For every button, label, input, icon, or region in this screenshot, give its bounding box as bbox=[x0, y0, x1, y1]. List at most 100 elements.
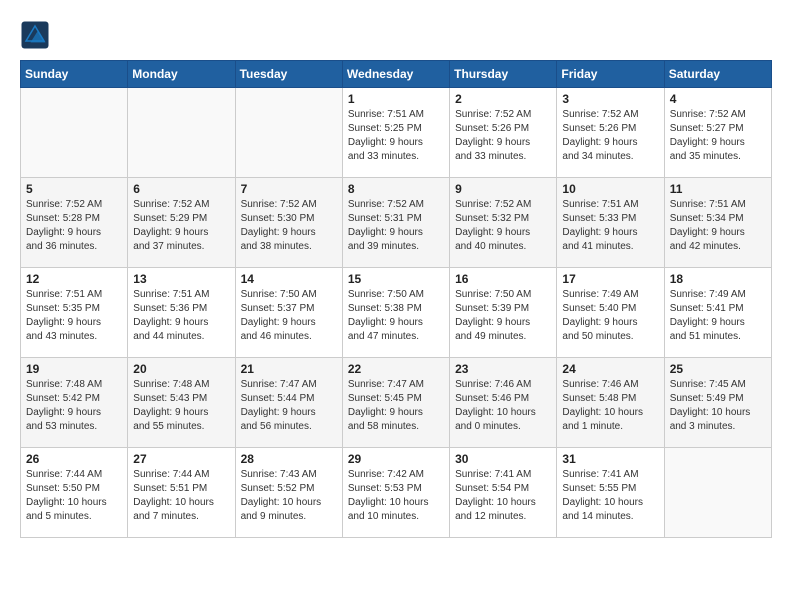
calendar-cell: 23 Sunrise: 7:46 AM Sunset: 5:46 PM Dayli… bbox=[450, 358, 557, 448]
day-number: 12 bbox=[26, 272, 122, 286]
day-number: 18 bbox=[670, 272, 766, 286]
calendar-cell: 28 Sunrise: 7:43 AM Sunset: 5:52 PM Dayli… bbox=[235, 448, 342, 538]
calendar-cell: 18 Sunrise: 7:49 AM Sunset: 5:41 PM Dayli… bbox=[664, 268, 771, 358]
day-info: Sunrise: 7:50 AM Sunset: 5:39 PM Dayligh… bbox=[455, 288, 551, 344]
calendar-cell: 10 Sunrise: 7:51 AM Sunset: 5:33 PM Dayli… bbox=[557, 178, 664, 268]
day-number: 21 bbox=[241, 362, 337, 376]
calendar-week-row: 5 Sunrise: 7:52 AM Sunset: 5:28 PM Daylig… bbox=[21, 178, 772, 268]
day-number: 16 bbox=[455, 272, 551, 286]
calendar-cell: 29 Sunrise: 7:42 AM Sunset: 5:53 PM Dayli… bbox=[342, 448, 449, 538]
day-info: Sunrise: 7:52 AM Sunset: 5:27 PM Dayligh… bbox=[670, 108, 766, 164]
calendar-cell: 12 Sunrise: 7:51 AM Sunset: 5:35 PM Dayli… bbox=[21, 268, 128, 358]
weekday-header-thursday: Thursday bbox=[450, 61, 557, 88]
day-number: 9 bbox=[455, 182, 551, 196]
day-number: 11 bbox=[670, 182, 766, 196]
calendar-table: SundayMondayTuesdayWednesdayThursdayFrid… bbox=[20, 60, 772, 538]
day-info: Sunrise: 7:49 AM Sunset: 5:41 PM Dayligh… bbox=[670, 288, 766, 344]
day-info: Sunrise: 7:51 AM Sunset: 5:25 PM Dayligh… bbox=[348, 108, 444, 164]
day-info: Sunrise: 7:52 AM Sunset: 5:30 PM Dayligh… bbox=[241, 198, 337, 254]
day-info: Sunrise: 7:49 AM Sunset: 5:40 PM Dayligh… bbox=[562, 288, 658, 344]
calendar-cell: 1 Sunrise: 7:51 AM Sunset: 5:25 PM Daylig… bbox=[342, 88, 449, 178]
day-number: 27 bbox=[133, 452, 229, 466]
calendar-cell: 22 Sunrise: 7:47 AM Sunset: 5:45 PM Dayli… bbox=[342, 358, 449, 448]
page-header bbox=[20, 20, 772, 50]
calendar-cell: 8 Sunrise: 7:52 AM Sunset: 5:31 PM Daylig… bbox=[342, 178, 449, 268]
weekday-header-saturday: Saturday bbox=[664, 61, 771, 88]
day-number: 10 bbox=[562, 182, 658, 196]
day-info: Sunrise: 7:50 AM Sunset: 5:37 PM Dayligh… bbox=[241, 288, 337, 344]
calendar-cell: 16 Sunrise: 7:50 AM Sunset: 5:39 PM Dayli… bbox=[450, 268, 557, 358]
day-info: Sunrise: 7:47 AM Sunset: 5:45 PM Dayligh… bbox=[348, 378, 444, 434]
day-number: 5 bbox=[26, 182, 122, 196]
weekday-header-monday: Monday bbox=[128, 61, 235, 88]
calendar-cell: 15 Sunrise: 7:50 AM Sunset: 5:38 PM Dayli… bbox=[342, 268, 449, 358]
calendar-cell: 13Sunrise: 7:51 AM Sunset: 5:36 PM Dayli… bbox=[128, 268, 235, 358]
calendar-cell: 26 Sunrise: 7:44 AM Sunset: 5:50 PM Dayli… bbox=[21, 448, 128, 538]
calendar-cell: 19Sunrise: 7:48 AM Sunset: 5:42 PM Dayli… bbox=[21, 358, 128, 448]
day-info: Sunrise: 7:46 AM Sunset: 5:48 PM Dayligh… bbox=[562, 378, 658, 434]
day-number: 28 bbox=[241, 452, 337, 466]
calendar-header-row: SundayMondayTuesdayWednesdayThursdayFrid… bbox=[21, 61, 772, 88]
day-number: 26 bbox=[26, 452, 122, 466]
calendar-cell bbox=[128, 88, 235, 178]
calendar-cell: 14 Sunrise: 7:50 AM Sunset: 5:37 PM Dayli… bbox=[235, 268, 342, 358]
day-info: Sunrise: 7:52 AM Sunset: 5:26 PM Dayligh… bbox=[562, 108, 658, 164]
day-number: 1 bbox=[348, 92, 444, 106]
logo-icon bbox=[20, 20, 50, 50]
day-number: 6 bbox=[133, 182, 229, 196]
calendar-cell bbox=[235, 88, 342, 178]
day-number: 24 bbox=[562, 362, 658, 376]
day-info: Sunrise: 7:52 AM Sunset: 5:29 PM Dayligh… bbox=[133, 198, 229, 254]
calendar-cell bbox=[21, 88, 128, 178]
day-info: Sunrise: 7:52 AM Sunset: 5:31 PM Dayligh… bbox=[348, 198, 444, 254]
day-info: Sunrise: 7:51 AM Sunset: 5:34 PM Dayligh… bbox=[670, 198, 766, 254]
day-number: 20 bbox=[133, 362, 229, 376]
weekday-header-friday: Friday bbox=[557, 61, 664, 88]
day-info: Sunrise: 7:51 AM Sunset: 5:35 PM Dayligh… bbox=[26, 288, 122, 344]
day-info: Sunrise: 7:52 AM Sunset: 5:26 PM Dayligh… bbox=[455, 108, 551, 164]
calendar-week-row: 26 Sunrise: 7:44 AM Sunset: 5:50 PM Dayli… bbox=[21, 448, 772, 538]
day-info: Sunrise: 7:47 AM Sunset: 5:44 PM Dayligh… bbox=[241, 378, 337, 434]
day-info: Sunrise: 7:41 AM Sunset: 5:55 PM Dayligh… bbox=[562, 468, 658, 524]
day-info: Sunrise: 7:52 AM Sunset: 5:28 PM Dayligh… bbox=[26, 198, 122, 254]
day-number: 30 bbox=[455, 452, 551, 466]
day-info: Sunrise: 7:45 AM Sunset: 5:49 PM Dayligh… bbox=[670, 378, 766, 434]
calendar-cell: 11 Sunrise: 7:51 AM Sunset: 5:34 PM Dayli… bbox=[664, 178, 771, 268]
logo bbox=[20, 20, 54, 50]
weekday-header-sunday: Sunday bbox=[21, 61, 128, 88]
calendar-cell: 2Sunrise: 7:52 AM Sunset: 5:26 PM Daylig… bbox=[450, 88, 557, 178]
calendar-week-row: 19Sunrise: 7:48 AM Sunset: 5:42 PM Dayli… bbox=[21, 358, 772, 448]
day-number: 15 bbox=[348, 272, 444, 286]
day-number: 4 bbox=[670, 92, 766, 106]
calendar-cell: 17 Sunrise: 7:49 AM Sunset: 5:40 PM Dayli… bbox=[557, 268, 664, 358]
day-number: 8 bbox=[348, 182, 444, 196]
day-info: Sunrise: 7:46 AM Sunset: 5:46 PM Dayligh… bbox=[455, 378, 551, 434]
day-number: 31 bbox=[562, 452, 658, 466]
day-info: Sunrise: 7:52 AM Sunset: 5:32 PM Dayligh… bbox=[455, 198, 551, 254]
calendar-cell: 27Sunrise: 7:44 AM Sunset: 5:51 PM Dayli… bbox=[128, 448, 235, 538]
calendar-cell: 5 Sunrise: 7:52 AM Sunset: 5:28 PM Daylig… bbox=[21, 178, 128, 268]
calendar-cell: 25 Sunrise: 7:45 AM Sunset: 5:49 PM Dayli… bbox=[664, 358, 771, 448]
calendar-cell: 4 Sunrise: 7:52 AM Sunset: 5:27 PM Daylig… bbox=[664, 88, 771, 178]
calendar-cell: 3Sunrise: 7:52 AM Sunset: 5:26 PM Daylig… bbox=[557, 88, 664, 178]
calendar-cell: 31 Sunrise: 7:41 AM Sunset: 5:55 PM Dayli… bbox=[557, 448, 664, 538]
day-number: 22 bbox=[348, 362, 444, 376]
calendar-cell: 30Sunrise: 7:41 AM Sunset: 5:54 PM Dayli… bbox=[450, 448, 557, 538]
day-number: 23 bbox=[455, 362, 551, 376]
day-info: Sunrise: 7:42 AM Sunset: 5:53 PM Dayligh… bbox=[348, 468, 444, 524]
weekday-header-tuesday: Tuesday bbox=[235, 61, 342, 88]
weekday-header-wednesday: Wednesday bbox=[342, 61, 449, 88]
day-number: 29 bbox=[348, 452, 444, 466]
calendar-cell: 9 Sunrise: 7:52 AM Sunset: 5:32 PM Daylig… bbox=[450, 178, 557, 268]
day-info: Sunrise: 7:50 AM Sunset: 5:38 PM Dayligh… bbox=[348, 288, 444, 344]
day-info: Sunrise: 7:51 AM Sunset: 5:33 PM Dayligh… bbox=[562, 198, 658, 254]
day-info: Sunrise: 7:44 AM Sunset: 5:50 PM Dayligh… bbox=[26, 468, 122, 524]
day-number: 25 bbox=[670, 362, 766, 376]
day-number: 17 bbox=[562, 272, 658, 286]
calendar-cell bbox=[664, 448, 771, 538]
calendar-cell: 7Sunrise: 7:52 AM Sunset: 5:30 PM Daylig… bbox=[235, 178, 342, 268]
day-number: 19 bbox=[26, 362, 122, 376]
day-number: 14 bbox=[241, 272, 337, 286]
day-info: Sunrise: 7:43 AM Sunset: 5:52 PM Dayligh… bbox=[241, 468, 337, 524]
calendar-week-row: 1 Sunrise: 7:51 AM Sunset: 5:25 PM Daylig… bbox=[21, 88, 772, 178]
